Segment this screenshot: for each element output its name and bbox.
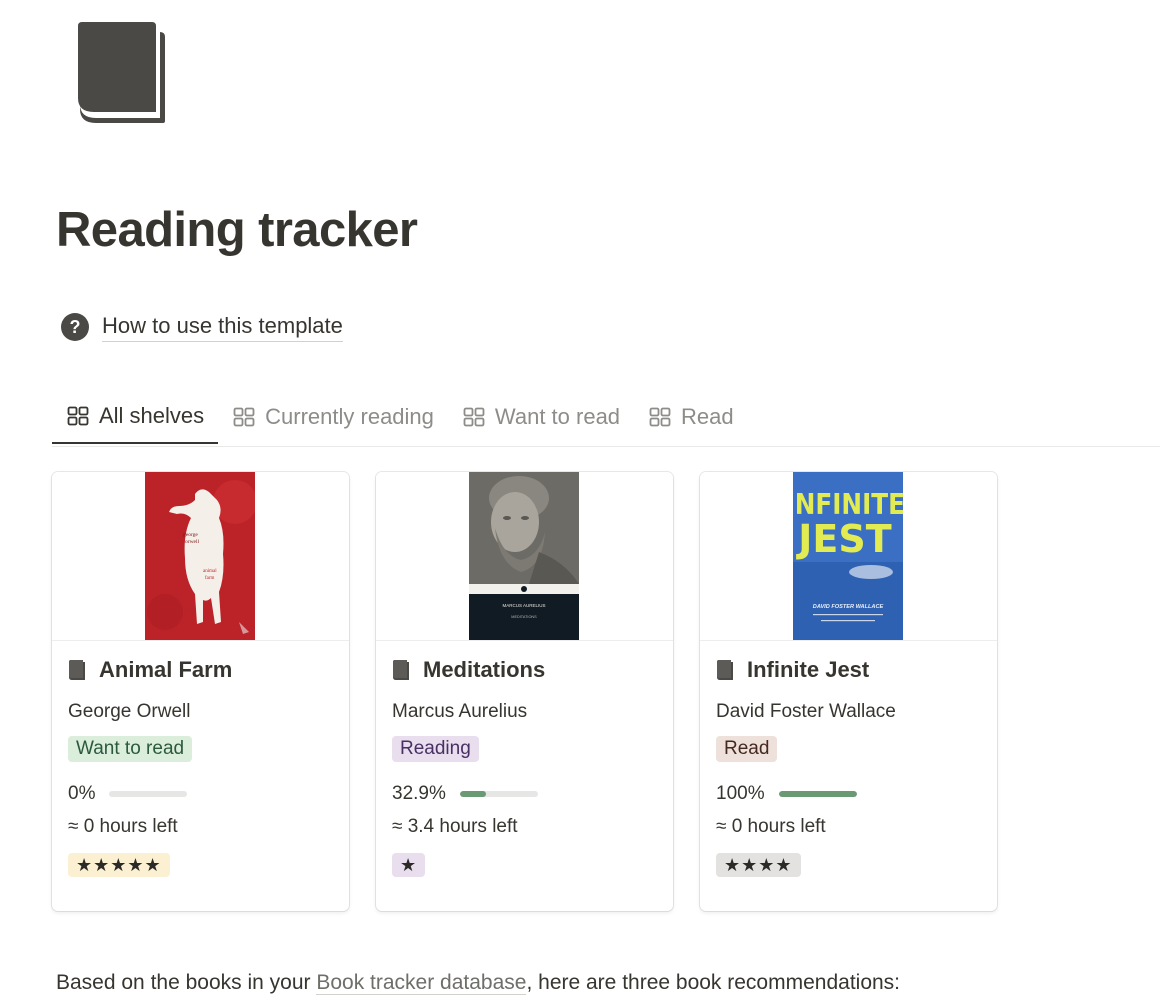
status-badge: Reading [392,736,479,762]
progress-bar [459,791,538,797]
book-cover-image: MARCUS AURELIUS MEDITATIONS [469,472,579,640]
book-cover-image: george orwell animal farm [145,472,255,640]
recommendations-intro: Based on the books in your Book tracker … [56,969,900,997]
cover-text: DAVID FOSTER WALLACE [813,604,884,610]
tab-label: Read [681,404,734,429]
hours-left: ≈ 0 hours left [68,816,178,837]
book-card-animal-farm[interactable]: george orwell animal farm Animal Farm Ge… [52,472,349,911]
status-badge: Read [716,736,778,762]
cover-text: animal [203,569,217,574]
how-to-use-link[interactable]: ? How to use this template [60,310,343,344]
book-author: David Foster Wallace [716,701,896,722]
tab-all-shelves[interactable]: All shelves [52,390,219,444]
book-author: Marcus Aurelius [392,701,528,722]
rating-stars: ★★★★ [716,853,801,877]
progress-fill [459,791,486,797]
rating-stars: ★★★★★ [68,853,170,877]
intro-text-before: Based on the books in your [56,971,317,994]
gallery-icon [233,407,255,427]
book-cover-image: INFINITE JEST DAVID FOSTER WALLACE [793,472,903,640]
progress-bar [778,791,857,797]
progress-percent: 100% [716,783,765,804]
cover-text: orwell [185,539,200,545]
tab-want-to-read[interactable]: Want to read [448,390,634,444]
cover-text: george [183,532,198,538]
page-title: Reading tracker [56,203,418,257]
gallery-icon [463,407,485,427]
book-icon [717,660,733,680]
progress-row: 100% [716,782,857,806]
progress-bar [109,791,188,797]
book-card-meditations[interactable]: MARCUS AURELIUS MEDITATIONS Meditations … [376,472,673,911]
progress-row: 32.9% [392,782,538,806]
card-cover-area: george orwell animal farm [52,472,349,641]
book-icon[interactable] [74,18,170,126]
hours-left: ≈ 0 hours left [716,816,826,837]
book-title: Meditations [423,657,546,682]
book-icon [69,660,85,680]
progress-percent: 32.9% [392,783,446,804]
card-cover-area: INFINITE JEST DAVID FOSTER WALLACE [700,472,997,641]
book-title: Animal Farm [99,657,233,682]
book-author: George Orwell [68,701,191,722]
rating-stars: ★ [392,853,426,877]
intro-text-after: , here are three book recommendations: [526,971,901,994]
tab-currently-reading[interactable]: Currently reading [218,390,448,444]
tab-label: Currently reading [265,404,434,429]
gallery-icon [649,407,671,427]
book-title: Infinite Jest [747,657,870,682]
tab-read[interactable]: Read [634,390,748,444]
cover-text: MARCUS AURELIUS [502,603,545,608]
how-to-use-label: How to use this template [102,313,343,342]
cover-text: JEST [795,517,891,561]
book-icon [393,660,409,680]
question-circle-icon: ? [61,313,89,341]
book-card-infinite-jest[interactable]: INFINITE JEST DAVID FOSTER WALLACE Infin… [700,472,997,911]
view-tabs: All shelves Currently reading Want to re… [52,390,1160,447]
hours-left: ≈ 3.4 hours left [392,816,518,837]
progress-row: 0% [68,782,188,806]
progress-fill [778,791,857,797]
gallery-icon [67,406,89,426]
tab-label: Want to read [494,404,621,429]
svg-text:?: ? [70,317,81,337]
progress-percent: 0% [68,783,96,804]
cover-text: MEDITATIONS [511,615,537,619]
card-cover-area: MARCUS AURELIUS MEDITATIONS [376,472,673,641]
tab-label: All shelves [99,403,205,428]
book-tracker-database-link[interactable]: Book tracker database [316,971,527,995]
cover-text: farm [205,576,215,581]
status-badge: Want to read [68,736,193,762]
